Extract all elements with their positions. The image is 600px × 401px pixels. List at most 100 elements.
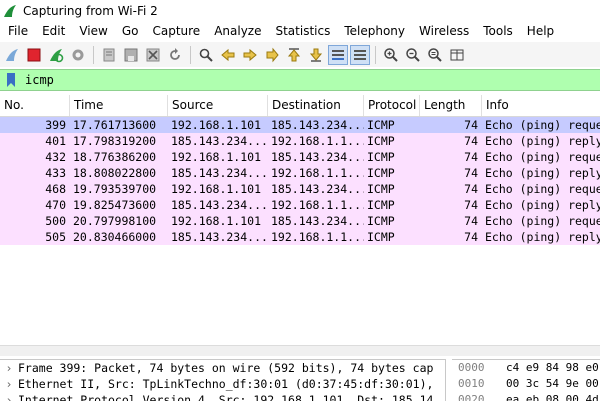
cell-destination: 185.143.234... [271,182,364,196]
close-file-icon[interactable] [143,45,163,65]
cell-protocol: ICMP [367,198,395,212]
cell-time: 20.797998100 [73,214,157,228]
go-to-packet-icon[interactable] [262,45,282,65]
cell-protocol: ICMP [367,118,395,132]
cell-length: 74 [464,166,478,180]
menu-edit[interactable]: Edit [35,21,72,41]
packet-row[interactable]: 468 19.793539700 192.168.1.101 185.143.234.… [0,181,600,197]
bytes-hex[interactable]: c4 e9 84 98 e0 [506,361,599,374]
go-first-icon[interactable] [284,45,304,65]
cell-info: Echo (ping) reply [485,166,600,180]
cell-length: 74 [464,150,478,164]
menu-statistics[interactable]: Statistics [268,21,337,41]
packet-bytes-pane: 0000 c4 e9 84 98 e0 0010 00 3c 54 9e 00 00… [452,359,600,401]
cell-length: 74 [464,198,478,212]
go-forward-icon[interactable] [240,45,260,65]
cell-no: 399 [45,118,66,132]
menu-telephony[interactable]: Telephony [337,21,412,41]
packet-row[interactable]: 470 19.825473600 185.143.234... 192.168.1.1… [0,197,600,213]
packet-row[interactable]: 399 17.761713600 192.168.1.101 185.143.234.… [0,117,600,133]
menu-go[interactable]: Go [115,21,146,41]
menu-view[interactable]: View [72,21,114,41]
restart-capture-icon[interactable] [46,45,66,65]
colorize-icon[interactable] [350,44,370,65]
cell-no: 470 [45,198,66,212]
cell-destination: 192.168.1.1... [271,134,364,148]
open-file-icon[interactable] [99,45,119,65]
packet-row[interactable]: 500 20.797998100 192.168.1.101 185.143.234.… [0,213,600,229]
cell-protocol: ICMP [367,230,395,244]
column-header-source[interactable]: Source [168,95,268,116]
cell-time: 18.776386200 [73,150,157,164]
detail-row-frame[interactable]: › Frame 399: Packet, 74 bytes on wire (59… [0,360,445,376]
menu-file[interactable]: File [0,21,35,41]
zoom-in-icon[interactable] [381,45,401,65]
cell-source: 192.168.1.101 [171,214,262,228]
cell-info: Echo (ping) reque [485,182,600,196]
horizontal-scrollbar[interactable] [0,345,600,356]
go-last-icon[interactable] [306,45,326,65]
cell-time: 18.808022800 [73,166,157,180]
reload-icon[interactable] [165,45,185,65]
zoom-out-icon[interactable] [403,45,423,65]
cell-time: 20.830466000 [73,230,157,244]
cell-length: 74 [464,182,478,196]
cell-destination: 185.143.234... [271,150,364,164]
cell-info: Echo (ping) reque [485,214,600,228]
packet-row[interactable]: 401 17.798319200 185.143.234... 192.168.1.1… [0,133,600,149]
toolbar-separator [375,45,376,64]
menu-wireless[interactable]: Wireless [412,21,476,41]
expand-chevron-icon[interactable]: › [0,376,18,392]
cell-info: Echo (ping) reque [485,118,600,132]
packet-row[interactable]: 432 18.776386200 192.168.1.101 185.143.234.… [0,149,600,165]
detail-text: Ethernet II, Src: TpLinkTechno_df:30:01 … [18,377,434,391]
column-header-time[interactable]: Time [70,95,168,116]
bytes-hex[interactable]: 00 3c 54 9e 00 [506,377,599,390]
cell-destination: 185.143.234... [271,214,364,228]
menu-analyze[interactable]: Analyze [207,21,268,41]
menu-tools[interactable]: Tools [476,21,520,41]
column-header-destination[interactable]: Destination [268,95,364,116]
go-back-icon[interactable] [218,45,238,65]
resize-columns-icon[interactable] [447,45,467,65]
cell-protocol: ICMP [367,166,395,180]
display-filter-input[interactable] [25,73,585,87]
cell-no: 468 [45,182,66,196]
cell-time: 17.761713600 [73,118,157,132]
menu-help[interactable]: Help [520,21,561,41]
cell-destination: 192.168.1.1... [271,198,364,212]
detail-row-ethernet[interactable]: › Ethernet II, Src: TpLinkTechno_df:30:01… [0,376,445,392]
autoscroll-icon[interactable] [328,44,348,65]
expand-chevron-icon[interactable]: › [0,360,18,376]
save-file-icon[interactable] [121,45,141,65]
cell-length: 74 [464,118,478,132]
column-header-info[interactable]: Info [482,95,600,116]
window-title: Capturing from Wi-Fi 2 [23,3,158,18]
bookmark-icon[interactable] [5,72,17,88]
find-packet-icon[interactable] [196,45,216,65]
start-capture-icon[interactable] [2,45,22,65]
cell-length: 74 [464,230,478,244]
cell-info: Echo (ping) reply [485,134,600,148]
column-header-no[interactable]: No. [0,95,70,116]
cell-no: 505 [45,230,66,244]
packet-row[interactable]: 433 18.808022800 185.143.234... 192.168.1.1… [0,165,600,181]
column-header-protocol[interactable]: Protocol [364,95,420,116]
packet-row[interactable]: 505 20.830466000 185.143.234... 192.168.1.1… [0,229,600,245]
toolbar-separator [93,45,94,64]
column-header-length[interactable]: Length [420,95,482,116]
cell-destination: 192.168.1.1... [271,166,364,180]
cell-time: 17.798319200 [73,134,157,148]
capture-options-icon[interactable] [68,45,88,65]
cell-info: Echo (ping) reque [485,150,600,164]
cell-no: 433 [45,166,66,180]
main-toolbar [0,42,600,67]
normal-size-icon[interactable] [425,45,445,65]
cell-time: 19.825473600 [73,198,157,212]
cell-source: 192.168.1.101 [171,182,262,196]
cell-destination: 192.168.1.1... [271,230,364,244]
packet-list-header: No. Time Source Destination Protocol Len… [0,95,600,117]
packet-list: 399 17.761713600 192.168.1.101 185.143.234.… [0,116,600,345]
stop-capture-icon[interactable] [24,45,44,65]
menu-capture[interactable]: Capture [145,21,207,41]
